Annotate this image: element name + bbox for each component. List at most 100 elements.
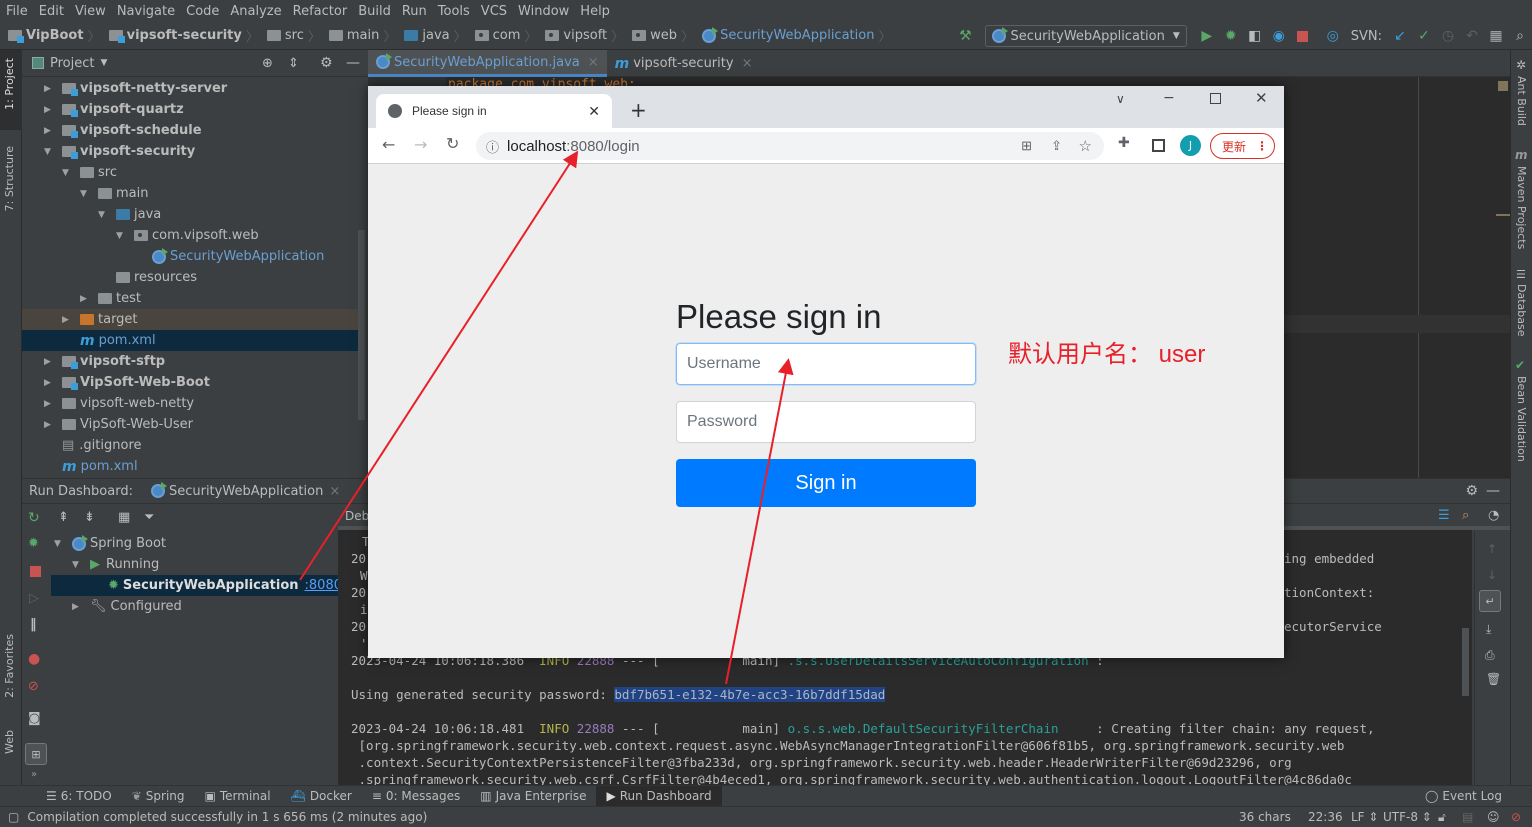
minimize-icon[interactable]: — [346, 55, 360, 71]
more-icon[interactable]: » [31, 769, 37, 780]
tab-vipsoft-security[interactable]: m vipsoft-security × [607, 50, 761, 77]
menu-view[interactable]: View [75, 4, 106, 19]
collapse-all-icon[interactable]: ⇕ [288, 56, 299, 71]
tree-item-app[interactable]: ✹SecurityWebApplication:8080/✎ [108, 575, 363, 596]
pause-icon[interactable]: ‖ [30, 617, 37, 632]
share-icon[interactable]: ⇪ [1051, 138, 1062, 154]
tree-item[interactable]: ▶ target [62, 309, 138, 330]
menu-help[interactable]: Help [580, 4, 610, 19]
breadcrumb-vipsoft[interactable]: vipsoft 〉 [545, 26, 628, 45]
tool-event-log[interactable]: ◯ Event Log [1415, 786, 1512, 807]
bookmark-star-icon[interactable]: ☆ [1079, 137, 1092, 155]
tool-window-structure[interactable]: 7: Structure [3, 146, 16, 211]
print-icon[interactable]: ⎙ [1485, 648, 1495, 663]
menu-vcs[interactable]: VCS [481, 4, 507, 19]
lock-icon[interactable]: 🔓︎ [1438, 810, 1446, 825]
inspector-icon[interactable]: ☺ [1487, 810, 1500, 824]
line-separator-selector[interactable]: LF ⇕ [1351, 810, 1378, 824]
tool-window-maven[interactable]: Maven Projects [1515, 166, 1528, 249]
menu-window[interactable]: Window [518, 4, 569, 19]
project-structure-icon[interactable]: ▦ [1484, 25, 1508, 47]
up-arrow-icon[interactable]: ↑ [1487, 542, 1497, 556]
update-button[interactable]: 更新 ⋮ [1210, 133, 1275, 159]
close-icon[interactable]: × [742, 56, 753, 71]
stop-icon[interactable] [1291, 25, 1315, 47]
menu-refactor[interactable]: Refactor [293, 4, 348, 19]
tool-window-database[interactable]: Database [1515, 284, 1528, 337]
tree-item[interactable]: resources [116, 267, 197, 288]
history-icon[interactable]: ◷ [1436, 25, 1460, 47]
tree-item-configured[interactable]: ▶ 🔧︎ Configured [72, 596, 182, 617]
scroll-to-end-icon[interactable]: ⤓ [1486, 622, 1491, 637]
search-everywhere-icon[interactable]: ⌕ [1508, 25, 1532, 47]
run-configuration-dropdown[interactable]: SecurityWebApplication ▼ [985, 25, 1187, 47]
tree-item[interactable]: m pom.xml [80, 330, 156, 351]
forward-icon[interactable]: → [414, 135, 427, 154]
translate-icon[interactable]: ⊞ [1021, 138, 1032, 154]
trash-icon[interactable]: 🗑︎ [1486, 672, 1501, 686]
tree-item[interactable]: ▤ .gitignore [62, 435, 142, 456]
build-hammer-icon[interactable]: ⚒ [953, 25, 977, 47]
profile-avatar[interactable]: J [1180, 135, 1201, 156]
toggle-tool-windows-icon[interactable]: ▢ [8, 810, 19, 824]
reload-icon[interactable]: ↻ [446, 134, 459, 153]
tree-item[interactable]: ▼ src [62, 162, 117, 183]
debug-rerun-icon[interactable]: ✹ [28, 536, 39, 551]
close-icon[interactable]: × [588, 55, 599, 70]
layout-icon[interactable]: ⊞ [25, 743, 47, 765]
tool-window-favorites[interactable]: 2: Favorites [3, 634, 16, 698]
tool-java-enterprise[interactable]: ▥ Java Enterprise [470, 786, 596, 807]
debug-icon[interactable]: ✹ [1219, 25, 1243, 47]
tree-item[interactable]: ▶ VipSoft-Web-User [44, 414, 193, 435]
tree-item[interactable]: ▼ main [80, 183, 148, 204]
filter-icon[interactable]: ⏷ [144, 510, 154, 525]
svn-commit-icon[interactable]: ✓ [1412, 25, 1436, 47]
menu-run[interactable]: Run [402, 4, 427, 19]
breadcrumb-vipboot[interactable]: VipBoot 〉 [8, 26, 105, 45]
project-scrollbar[interactable] [358, 230, 365, 420]
maximize-window-icon[interactable] [1210, 93, 1221, 104]
tree-item[interactable]: SecurityWebApplication [152, 246, 324, 267]
site-info-icon[interactable]: ⓘ [486, 137, 499, 156]
tree-item-spring-boot[interactable]: ▼ Spring Boot [54, 533, 166, 554]
breadcrumb-java[interactable]: java 〉 [404, 26, 470, 45]
tool-window-project[interactable]: 1: Project [3, 58, 16, 110]
soft-wrap-icon[interactable]: ↵ [1479, 590, 1501, 612]
breadcrumb-main[interactable]: main 〉 [328, 26, 401, 45]
tab-search-icon[interactable]: ∨ [1116, 92, 1125, 106]
menu-navigate[interactable]: Navigate [117, 4, 175, 19]
new-tab-icon[interactable]: + [630, 98, 647, 122]
breadcrumb-web[interactable]: web 〉 [632, 26, 698, 45]
close-icon[interactable]: × [329, 484, 340, 499]
project-view-selector[interactable]: Project [50, 56, 94, 71]
collapse-all-icon[interactable]: ⇟ [84, 510, 95, 525]
menu-analyze[interactable]: Analyze [230, 4, 281, 19]
mute-breakpoints-icon[interactable]: ⊘ [28, 679, 39, 694]
resume-icon[interactable]: ▷ [29, 591, 39, 606]
menu-code[interactable]: Code [186, 4, 219, 19]
username-field[interactable]: Username [676, 343, 976, 385]
tree-item[interactable]: ▼ java [98, 204, 161, 225]
profiler-icon[interactable]: ◔ [1488, 508, 1499, 523]
search-log-icon[interactable]: ⌕ [1462, 508, 1469, 523]
console-scrollbar[interactable] [1462, 628, 1469, 696]
menu-file[interactable]: File [6, 4, 28, 19]
close-tab-icon[interactable]: ✕ [588, 103, 600, 120]
password-field[interactable]: Password [676, 401, 976, 443]
tool-messages[interactable]: ≡ 0: Messages [362, 786, 470, 807]
caret-position[interactable]: 22:36 [1308, 810, 1343, 824]
tree-item-running[interactable]: ▼ ▶ Running [72, 554, 159, 575]
tab-securitywebapplication-java[interactable]: SecurityWebApplication.java × [368, 50, 607, 77]
breadcrumb-src[interactable]: src 〉 [266, 26, 325, 45]
view-breakpoints-icon[interactable]: ● [28, 651, 40, 667]
rerun-icon[interactable]: ↻ [28, 510, 40, 526]
tool-terminal[interactable]: ▣ Terminal [195, 786, 281, 807]
breadcrumb-com[interactable]: com 〉 [474, 26, 542, 45]
console-layout-icon[interactable]: ☰ [1438, 508, 1450, 523]
extensions-icon[interactable]: ✚ [1118, 135, 1130, 151]
browser-tab[interactable]: Please sign in ✕ [376, 94, 612, 128]
side-panel-icon[interactable] [1152, 139, 1165, 152]
breadcrumb-vipsoft-security[interactable]: vipsoft-security 〉 [108, 26, 263, 45]
tree-item[interactable]: ▼ com.vipsoft.web [116, 225, 259, 246]
tree-item[interactable]: ▶ vipsoft-schedule [44, 120, 202, 141]
